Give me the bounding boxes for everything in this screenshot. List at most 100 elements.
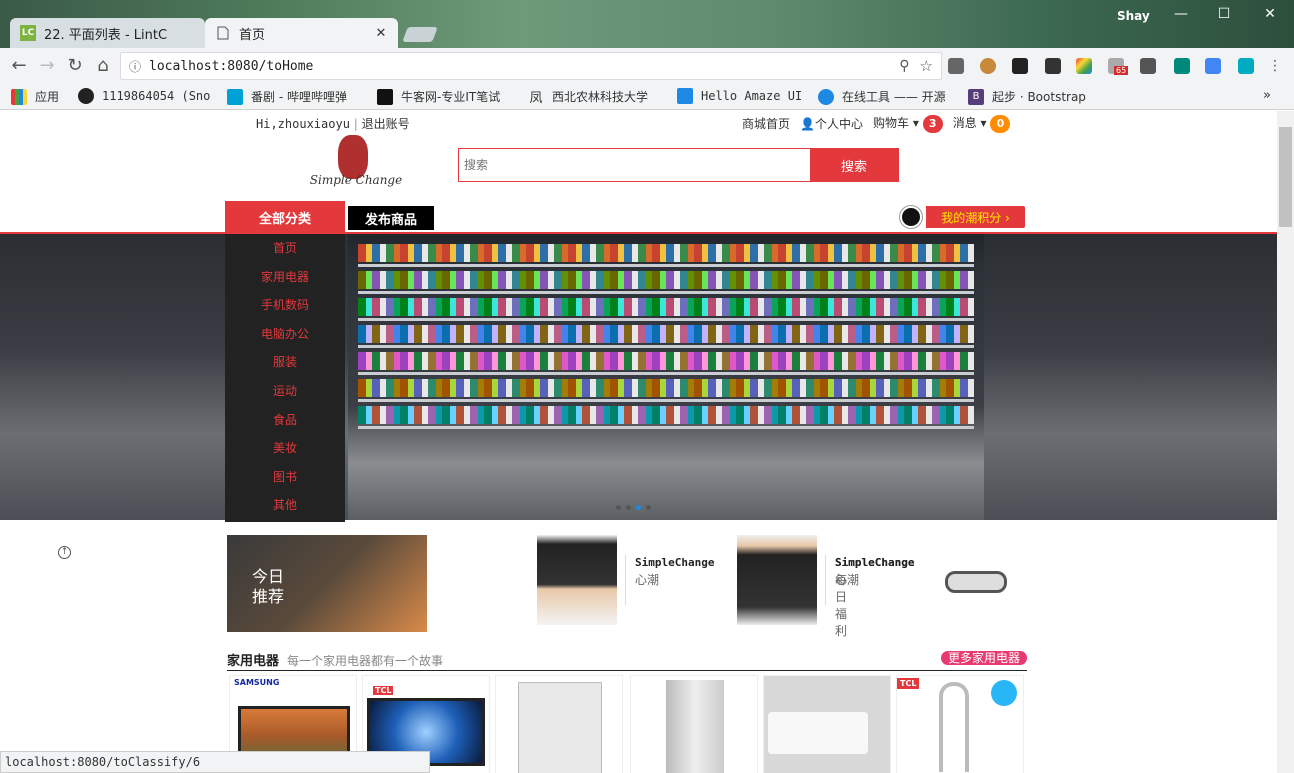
carousel-dot-active[interactable] <box>636 505 641 510</box>
scrollbar[interactable] <box>1277 111 1294 773</box>
nav-messages-link[interactable]: 消息 ▾ 0 <box>953 114 1011 133</box>
url-text: localhost:8080/toHome <box>149 58 314 74</box>
category-item[interactable]: 电脑办公 <box>225 320 345 349</box>
today-recommend-banner[interactable]: 今日推荐 <box>227 535 427 632</box>
logout-link[interactable]: 退出账号 <box>362 117 410 131</box>
bookmarks-bar: 应用 1119864054 (Sno 番剧 - 哔哩哔哩弹 牛客网-专业IT笔试… <box>0 84 1294 110</box>
product-card[interactable] <box>495 675 623 773</box>
all-categories-button[interactable]: 全部分类 <box>225 201 345 233</box>
s-extension-icon[interactable] <box>1174 58 1190 74</box>
search-button[interactable]: 搜索 <box>810 149 898 181</box>
bookmark-amazeui[interactable]: Hello Amaze UI <box>677 88 802 104</box>
window-extension-icon[interactable] <box>1238 58 1254 74</box>
recommend-item[interactable]: SimpleChange 每日福利 <box>637 535 914 638</box>
carousel-dot[interactable] <box>626 505 631 510</box>
color-extension-icon[interactable] <box>1076 58 1092 74</box>
goggles-image[interactable] <box>945 571 1007 593</box>
info-icon[interactable]: ⓘ <box>129 58 141 75</box>
nav-home-link[interactable]: 商城首页 <box>742 115 790 132</box>
drive-extension-icon[interactable] <box>1140 58 1156 74</box>
shelf-line <box>358 426 974 429</box>
status-bar: localhost:8080/toClassify/6 <box>0 751 430 773</box>
points-widget[interactable]: 我的潮积分 › <box>900 205 1025 229</box>
profile-name[interactable]: Shay <box>1117 9 1150 23</box>
bookmark-star-icon[interactable]: ☆ <box>920 57 933 75</box>
octotree-extension-icon[interactable] <box>1045 58 1061 74</box>
category-item[interactable]: 其他 <box>225 491 345 520</box>
rocket-extension-icon[interactable] <box>948 58 964 74</box>
carousel-dot[interactable] <box>616 505 621 510</box>
top-nav: 商城首页 👤个人中心 购物车 ▾ 3 消息 ▾ 0 <box>742 114 1011 133</box>
home-icon[interactable]: ⌂ <box>92 55 114 77</box>
more-bookmarks-icon[interactable]: » <box>1263 88 1271 103</box>
address-bar[interactable]: ⓘ localhost:8080/toHome ⚲ ☆ <box>120 52 942 80</box>
caret-down-icon: ▾ <box>912 116 919 130</box>
category-item[interactable]: 首页 <box>225 234 345 263</box>
close-tab-icon[interactable]: ✕ <box>374 26 388 41</box>
carousel-dot[interactable] <box>646 505 651 510</box>
site-logo[interactable]: Simple Change <box>306 133 406 193</box>
tab-home[interactable]: 首页 ✕ <box>205 18 398 48</box>
back-to-top-icon[interactable]: ↑ <box>58 546 71 559</box>
menu-icon[interactable]: ⋮ <box>1264 55 1286 77</box>
category-item[interactable]: 运动 <box>225 377 345 406</box>
minimize-icon[interactable]: — <box>1171 6 1191 22</box>
tab-title: 首页 <box>239 27 266 43</box>
nav-cart-link[interactable]: 购物车 ▾ 3 <box>873 114 943 133</box>
bookmark-tools[interactable]: 在线工具 —— 开源 <box>818 88 946 105</box>
bilibili-icon <box>227 88 243 105</box>
bookmark-bilibili[interactable]: 番剧 - 哔哩哔哩弹 <box>227 88 347 105</box>
shelf-row <box>358 379 974 397</box>
shelf-line <box>358 345 974 348</box>
new-tab-button[interactable] <box>402 27 438 42</box>
product-card[interactable]: TCL <box>896 675 1024 773</box>
cart-label: 购物车 <box>872 116 909 130</box>
user-greeting-bar: Hi,zhouxiaoyu | 退出账号 <box>256 115 410 132</box>
product-card[interactable] <box>630 675 758 773</box>
shelf-row <box>358 325 974 343</box>
scrollbar-thumb[interactable] <box>1279 127 1292 227</box>
tab-lintcode[interactable]: LC 22. 平面列表 - LintC <box>10 18 205 48</box>
publish-button[interactable]: 发布商品 <box>348 206 434 230</box>
banner-image <box>348 234 984 520</box>
bookmark-nowcoder[interactable]: 牛客网-专业IT笔试 <box>377 88 500 105</box>
category-item[interactable]: 服装 <box>225 348 345 377</box>
d-extension-icon[interactable] <box>1012 58 1028 74</box>
bookmark-label: 西北农林科技大学 <box>552 90 649 104</box>
nav-profile-link[interactable]: 👤个人中心 <box>800 115 863 132</box>
category-item[interactable]: 家用电器 <box>225 263 345 292</box>
product-card[interactable] <box>763 675 891 773</box>
maximize-icon[interactable]: ☐ <box>1214 6 1234 22</box>
cookie-extension-icon[interactable] <box>980 58 996 74</box>
category-item[interactable]: 图书 <box>225 463 345 492</box>
forward-icon[interactable]: → <box>36 55 58 77</box>
bookmark-github[interactable]: 1119864054 (Sno <box>78 88 210 104</box>
reload-icon[interactable]: ↻ <box>64 55 86 77</box>
mail-badge: 65 <box>1114 66 1129 75</box>
category-item[interactable]: 手机数码 <box>225 291 345 320</box>
category-item[interactable]: 美妆 <box>225 434 345 463</box>
translate-extension-icon[interactable] <box>1205 58 1221 74</box>
zoom-icon[interactable]: ⚲ <box>899 58 909 74</box>
university-icon: 凤 <box>529 91 543 106</box>
lintcode-icon: LC <box>20 25 36 41</box>
close-window-icon[interactable]: ✕ <box>1260 6 1280 22</box>
faucet-image <box>939 682 969 772</box>
my-points-button[interactable]: 我的潮积分 › <box>926 206 1025 228</box>
tab-title: 22. 平面列表 - LintC <box>44 27 168 43</box>
shelf-line <box>358 264 974 267</box>
back-icon[interactable]: ← <box>8 55 30 77</box>
heating-badge <box>991 680 1017 706</box>
nowcoder-icon <box>377 88 393 105</box>
mail-extension-icon[interactable]: 65 <box>1108 58 1129 75</box>
bookmark-apps[interactable]: 应用 <box>11 88 59 105</box>
recommend-title: SimpleChange <box>835 556 915 569</box>
banner-carousel[interactable] <box>0 234 1277 520</box>
bookmark-bootstrap[interactable]: B 起步 · Bootstrap <box>968 88 1086 105</box>
search-box: 搜索 <box>458 148 899 182</box>
search-input[interactable] <box>459 149 810 181</box>
bookmark-nwsuaf[interactable]: 凤 西北农林科技大学 <box>528 88 649 106</box>
category-item[interactable]: 食品 <box>225 406 345 435</box>
more-appliances-link[interactable]: 更多家用电器 <box>941 651 1027 665</box>
shelf-row <box>358 298 974 316</box>
